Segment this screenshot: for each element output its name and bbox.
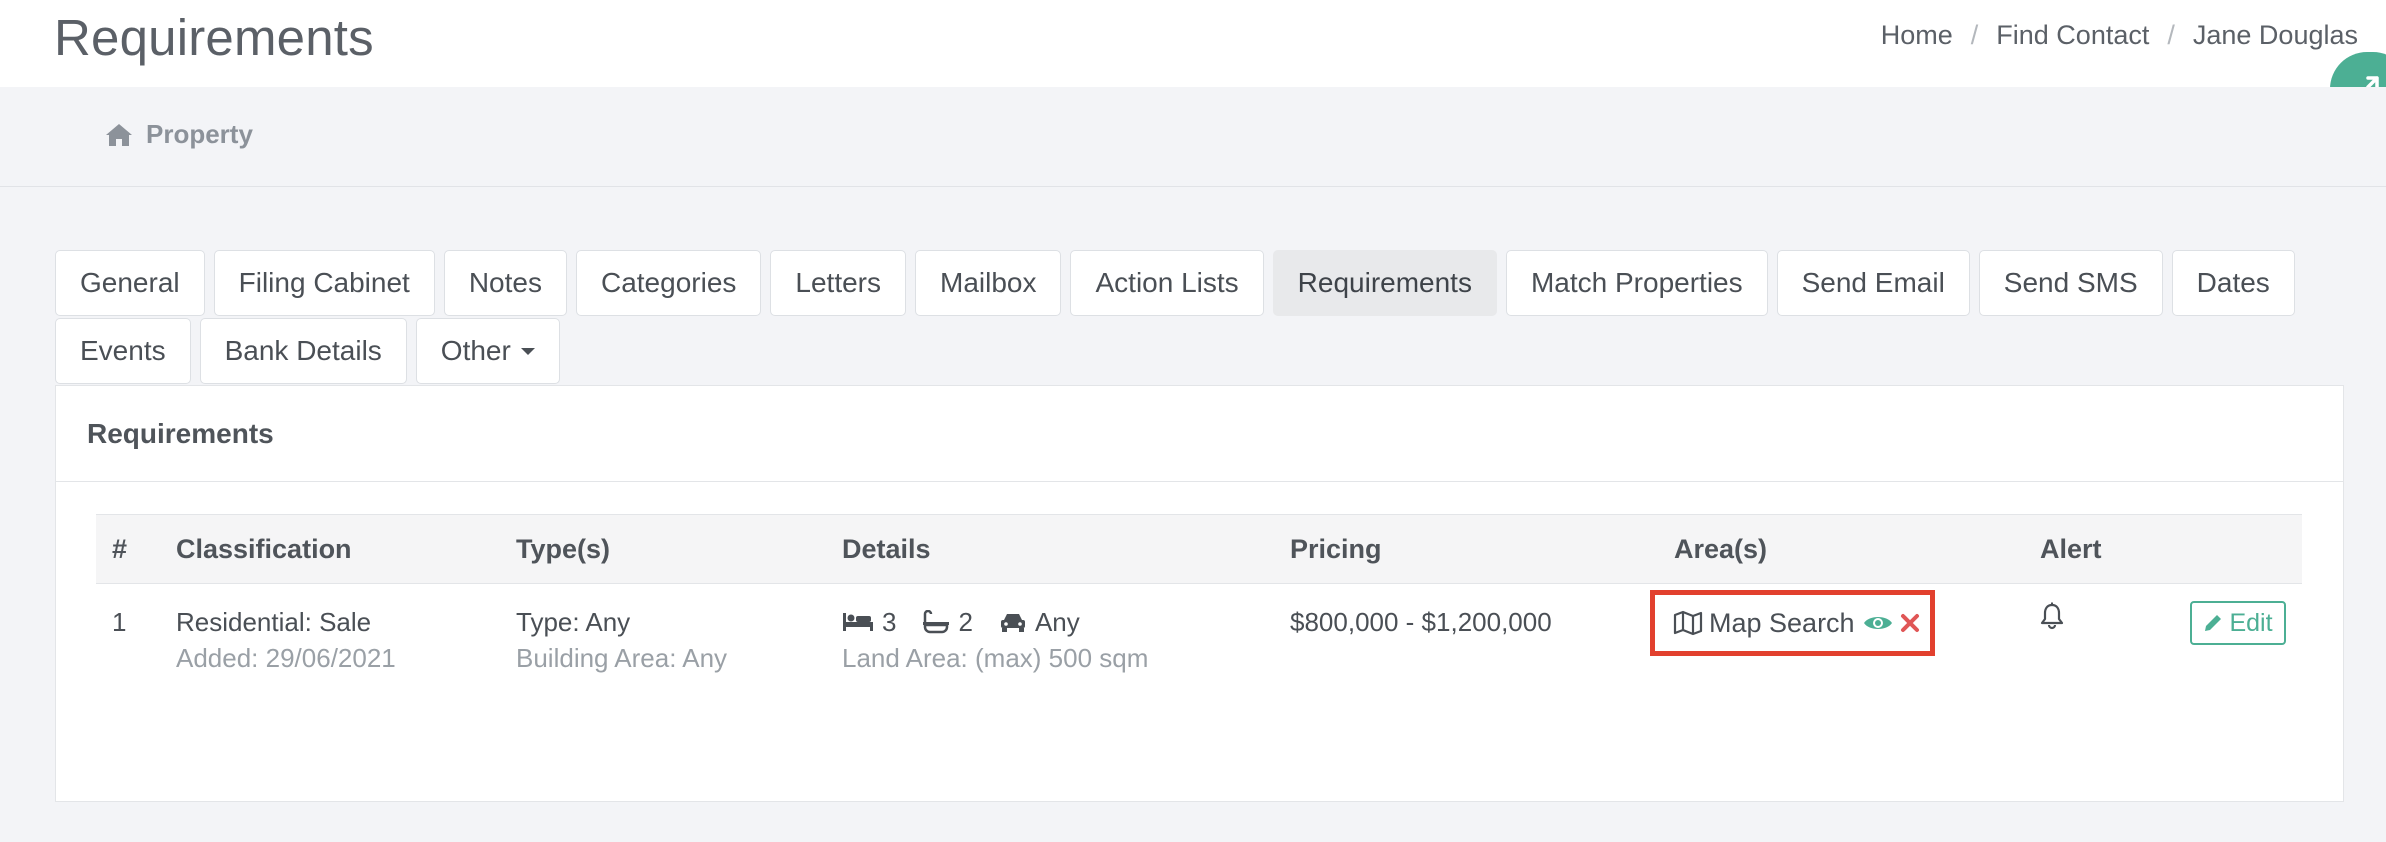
row-pricing: $800,000 - $1,200,000 (1290, 607, 1552, 637)
breadcrumb-home[interactable]: Home (1881, 20, 1953, 51)
column-header-details: Details (842, 534, 931, 564)
table-header: # Classification Type(s) Details Pricing… (96, 514, 2302, 584)
edit-button-label: Edit (2229, 608, 2273, 637)
alert-bell-button[interactable] (2040, 602, 2064, 639)
home-icon (106, 123, 132, 146)
breadcrumb-current: Jane Douglas (2192, 20, 2358, 50)
breadcrumb-find-contact[interactable]: Find Contact (1996, 20, 2149, 51)
breadcrumb-separator: / (2167, 20, 2175, 50)
bedrooms: 3 (842, 604, 896, 640)
car-spaces: Any (999, 604, 1080, 640)
bathrooms: 2 (922, 604, 973, 640)
bell-icon (2040, 602, 2064, 630)
requirements-table: # Classification Type(s) Details Pricing… (96, 514, 2302, 694)
tab-categories[interactable]: Categories (575, 250, 762, 316)
building-area: Building Area: Any (516, 643, 728, 673)
eye-icon[interactable] (1863, 613, 1893, 633)
row-classification: Residential: Sale Added: 29/06/2021 (176, 604, 396, 676)
bathrooms-count: 2 (958, 607, 973, 637)
tab-events[interactable]: Events (55, 318, 191, 384)
remove-icon[interactable] (1899, 612, 1921, 634)
map-icon (1673, 610, 1703, 636)
column-header-pricing: Pricing (1290, 534, 1382, 564)
bedrooms-count: 3 (882, 607, 897, 637)
caret-down-icon (520, 347, 535, 355)
subnav-property-label: Property (146, 119, 253, 149)
tab-row-2: Events Bank Details Other (55, 318, 2345, 384)
pencil-icon (2205, 615, 2222, 631)
column-header-types: Type(s) (516, 534, 611, 564)
car-spaces-count: Any (1034, 607, 1080, 637)
edit-button[interactable]: Edit (2190, 601, 2286, 645)
top-bar: Requirements Home / Find Contact / Jane … (0, 0, 2386, 87)
column-header-alert: Alert (2040, 534, 2102, 564)
tab-dates[interactable]: Dates (2171, 250, 2295, 316)
classification-value: Residential: Sale (176, 607, 372, 637)
column-header-number: # (112, 534, 128, 564)
row-number: 1 (112, 607, 127, 637)
tab-match-properties[interactable]: Match Properties (1505, 250, 1768, 316)
column-header-classification: Classification (176, 534, 352, 564)
requirements-panel: Requirements # Classification Type(s) De… (55, 385, 2344, 802)
car-icon (1000, 614, 1025, 632)
breadcrumb: Home / Find Contact / Jane Douglas (1881, 20, 2358, 51)
row-types: Type: Any Building Area: Any (516, 604, 727, 676)
added-date: Added: 29/06/2021 (176, 643, 396, 673)
row-details: 3 2 Any Land Area: (max) 500 sqm (842, 604, 1148, 676)
tab-send-sms[interactable]: Send SMS (1978, 250, 2163, 316)
tab-action-lists[interactable]: Action Lists (1070, 250, 1264, 316)
tab-send-email[interactable]: Send Email (1776, 250, 1970, 316)
breadcrumb-separator: / (1970, 20, 1979, 50)
bath-icon (923, 610, 950, 634)
type-value: Type: Any (516, 607, 631, 637)
panel-title: Requirements (56, 386, 2343, 482)
tab-letters[interactable]: Letters (770, 250, 906, 316)
tab-mailbox[interactable]: Mailbox (915, 250, 1062, 316)
bed-icon (843, 613, 873, 631)
tab-filing-cabinet[interactable]: Filing Cabinet (213, 250, 435, 316)
page-title: Requirements (54, 9, 374, 66)
tab-requirements[interactable]: Requirements (1272, 250, 1497, 316)
tab-row-1: General Filing Cabinet Notes Categories … (55, 250, 2345, 316)
subnav-property[interactable]: Property (104, 119, 253, 150)
detail-features: 3 2 Any (842, 604, 1148, 640)
tab-bar: General Filing Cabinet Notes Categories … (55, 250, 2345, 386)
tab-other-label: Other (440, 335, 511, 366)
land-area: Land Area: (max) 500 sqm (842, 643, 1149, 673)
table-row: 1 Residential: Sale Added: 29/06/2021 Ty… (96, 584, 2302, 694)
tab-general[interactable]: General (55, 250, 205, 316)
sub-navigation: Property (0, 87, 2386, 187)
tab-notes[interactable]: Notes (443, 250, 567, 316)
tab-other-dropdown[interactable]: Other (415, 318, 560, 384)
tab-bank-details[interactable]: Bank Details (199, 318, 407, 384)
area-map-search-highlight: Map Search (1650, 590, 1935, 656)
column-header-areas: Area(s) (1674, 534, 1768, 564)
map-search-link[interactable]: Map Search (1709, 608, 1855, 639)
